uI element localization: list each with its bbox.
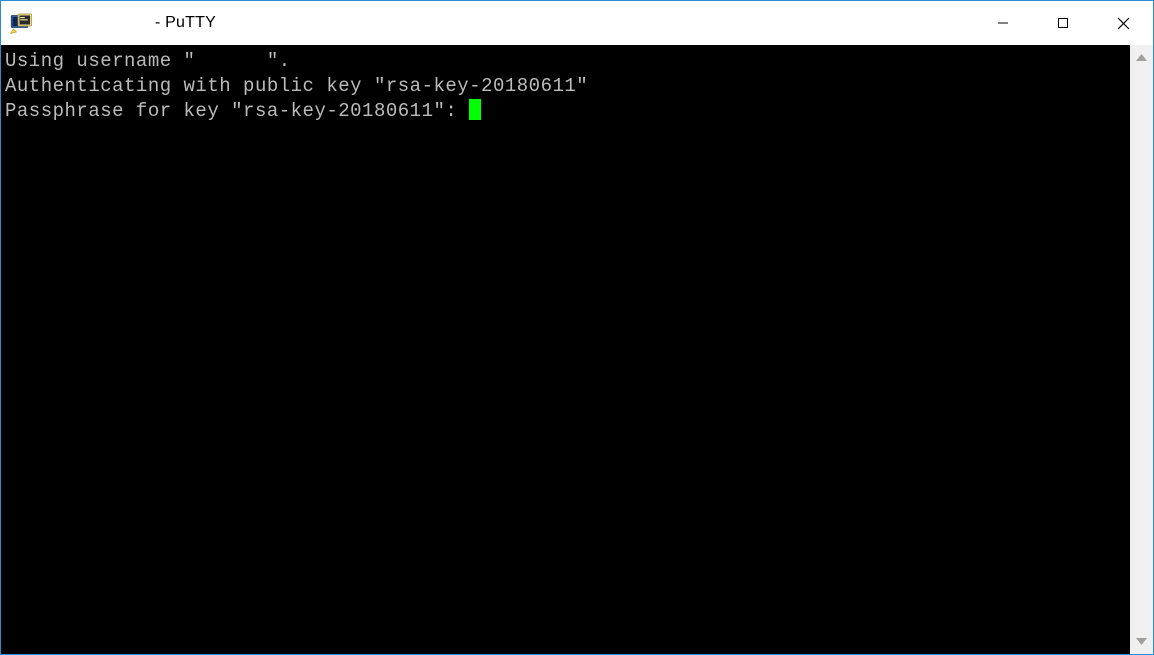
terminal-line: Authenticating with public key "rsa-key-…: [5, 74, 1128, 99]
client-area: Using username " ".Authenticating with p…: [1, 45, 1153, 654]
terminal-output[interactable]: Using username " ".Authenticating with p…: [1, 45, 1130, 654]
window-title: - PuTTY: [45, 14, 216, 32]
terminal-line-prompt: Passphrase for key "rsa-key-20180611":: [5, 99, 1128, 124]
maximize-button[interactable]: [1033, 1, 1093, 45]
cursor-block: [469, 99, 481, 120]
scroll-down-arrow-icon[interactable]: [1133, 633, 1150, 650]
vertical-scrollbar[interactable]: [1130, 45, 1153, 654]
terminal-line: Using username " ".: [5, 49, 1128, 74]
title-bar: - PuTTY: [1, 1, 1153, 45]
minimize-button[interactable]: [973, 1, 1033, 45]
putty-icon: [9, 11, 33, 35]
prompt-text: Passphrase for key "rsa-key-20180611":: [5, 100, 469, 122]
close-button[interactable]: [1093, 1, 1153, 45]
scroll-up-arrow-icon[interactable]: [1133, 49, 1150, 66]
